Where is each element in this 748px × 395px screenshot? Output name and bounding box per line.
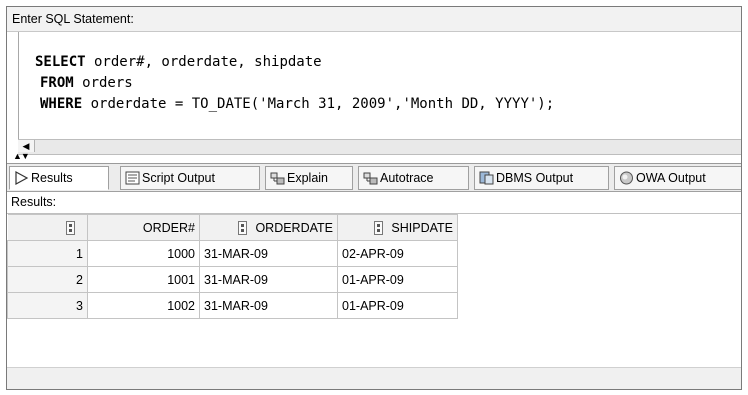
statement-header: Enter SQL Statement: <box>7 7 741 32</box>
cell-shipdate[interactable]: 01-APR-09 <box>337 292 458 319</box>
sort-icon[interactable] <box>238 220 248 235</box>
splitter-arrows-icon[interactable]: ▲▼ <box>13 152 30 161</box>
cell-shipdate[interactable]: 01-APR-09 <box>337 266 458 293</box>
tab-script-output[interactable]: Script Output <box>120 166 260 190</box>
tab-dbms-output-label: DBMS Output <box>496 171 574 185</box>
tab-results-label: Results <box>31 171 73 185</box>
tab-owa-output-label: OWA Output <box>636 171 706 185</box>
tab-autotrace-label: Autotrace <box>380 171 434 185</box>
sql-line-3: WHERE orderdate = TO_DATE('March 31, 200… <box>19 94 741 115</box>
results-label: Results: <box>11 195 57 209</box>
grid-footer <box>7 367 741 389</box>
script-icon <box>125 171 140 185</box>
column-header-shipdate[interactable]: SHIPDATE <box>337 214 458 241</box>
sql-line-1: SELECT order#, orderdate, shipdate <box>19 52 741 73</box>
cell-orderdate[interactable]: 31-MAR-09 <box>199 240 338 267</box>
play-icon <box>15 171 29 185</box>
table-row[interactable]: 3 1002 31-MAR-09 01-APR-09 <box>7 292 458 319</box>
tab-autotrace[interactable]: Autotrace <box>358 166 469 190</box>
results-table: ORDER# ORDERDATE SHIPDATE 1 1000 31-MAR-… <box>7 214 458 319</box>
autotrace-icon <box>363 172 378 185</box>
sql-worksheet-panel: Enter SQL Statement: SELECT order#, orde… <box>6 6 742 390</box>
table-header-row: ORDER# ORDERDATE SHIPDATE <box>7 214 458 241</box>
owa-icon <box>620 171 633 185</box>
column-header-orderdate[interactable]: ORDERDATE <box>199 214 338 241</box>
row-number-header <box>7 214 88 241</box>
table-row[interactable]: 1 1000 31-MAR-09 02-APR-09 <box>7 240 458 267</box>
sql-line-2: FROM orders <box>19 73 741 94</box>
cell-orderdate[interactable]: 31-MAR-09 <box>199 292 338 319</box>
sort-icon[interactable] <box>374 220 384 235</box>
tab-script-output-label: Script Output <box>142 171 215 185</box>
sql-keyword-select: SELECT <box>35 54 86 70</box>
tab-results[interactable]: Results <box>9 166 109 190</box>
column-header-order[interactable]: ORDER# <box>87 214 200 241</box>
output-tabs: Results Script Output Explain Autotrace … <box>7 163 741 192</box>
cell-orderdate[interactable]: 31-MAR-09 <box>199 266 338 293</box>
table-row[interactable]: 2 1001 31-MAR-09 01-APR-09 <box>7 266 458 293</box>
sql-line-1-text: order#, orderdate, shipdate <box>85 54 322 70</box>
sql-keyword-where: WHERE <box>40 96 83 112</box>
tab-explain-label: Explain <box>287 171 328 185</box>
tab-explain[interactable]: Explain <box>265 166 353 190</box>
statement-label: Enter SQL Statement: <box>12 12 134 26</box>
column-header-order-text: ORDER# <box>142 220 195 235</box>
column-header-orderdate-text: ORDERDATE <box>255 220 333 235</box>
cell-order[interactable]: 1000 <box>87 240 200 267</box>
sort-icon[interactable] <box>66 220 75 235</box>
row-number: 3 <box>7 292 88 319</box>
cell-order[interactable]: 1001 <box>87 266 200 293</box>
sql-keyword-from: FROM <box>40 75 74 91</box>
dbms-icon <box>479 171 494 185</box>
sql-editor[interactable]: SELECT order#, orderdate, shipdate FROM … <box>18 32 741 139</box>
cell-shipdate[interactable]: 02-APR-09 <box>337 240 458 267</box>
row-number: 1 <box>7 240 88 267</box>
tab-dbms-output[interactable]: DBMS Output <box>474 166 609 190</box>
sql-line-3-text: orderdate = TO_DATE('March 31, 2009','Mo… <box>82 96 555 112</box>
sql-line-2-text: orders <box>73 75 133 91</box>
editor-horizontal-scrollbar[interactable]: ◀ <box>18 139 741 155</box>
row-number: 2 <box>7 266 88 293</box>
explain-icon <box>270 172 285 185</box>
column-header-shipdate-text: SHIPDATE <box>391 220 453 235</box>
tab-owa-output[interactable]: OWA Output <box>614 166 741 190</box>
cell-order[interactable]: 1002 <box>87 292 200 319</box>
results-grid: ORDER# ORDERDATE SHIPDATE 1 1000 31-MAR-… <box>7 213 741 375</box>
